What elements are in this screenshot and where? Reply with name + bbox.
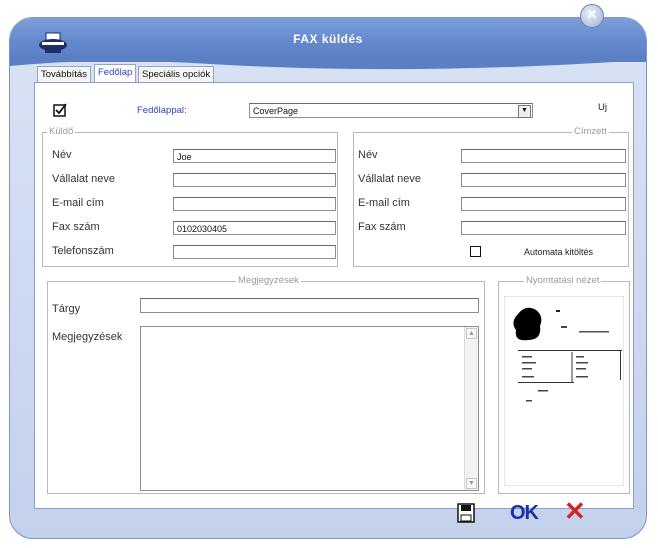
notes-label: Megjegyzések <box>52 331 123 343</box>
sender-name-label: Név <box>52 149 72 161</box>
fax-window: FAX küldés Továbbítás Fedőlap Speciális … <box>9 17 647 539</box>
cancel-button[interactable]: ✕ <box>564 496 586 527</box>
preview-legend: Nyomtatási nézet <box>524 275 602 286</box>
cover-page-select[interactable]: CoverPage ▼ <box>249 103 533 118</box>
sender-fax-label: Fax szám <box>52 221 100 233</box>
recipient-company-label: Vállalat neve <box>358 173 421 185</box>
scroll-down-icon[interactable]: ▼ <box>466 478 477 489</box>
subject-label: Tárgy <box>52 303 81 315</box>
recipient-company-input[interactable] <box>461 173 626 187</box>
notes-scrollbar[interactable]: ▲ ▼ <box>464 327 478 490</box>
subject-input[interactable] <box>140 298 479 313</box>
autofill-label: Automata kitöltés <box>524 247 594 257</box>
scroll-up-icon[interactable]: ▲ <box>466 328 477 339</box>
sender-phone-label: Telefonszám <box>52 245 114 257</box>
sender-name-input[interactable]: Joe <box>173 149 336 163</box>
cover-page-selected-value: CoverPage <box>253 106 299 116</box>
notes-textarea[interactable]: ▲ ▼ <box>140 326 479 491</box>
cover-page-label: Fedőlappal: <box>137 105 187 116</box>
window-title: FAX küldés <box>293 32 363 46</box>
notes-legend: Megjegyzések <box>236 275 301 286</box>
recipient-legend: Címzett <box>572 126 609 137</box>
recipient-email-label: E-mail cím <box>358 197 410 209</box>
sender-email-input[interactable] <box>173 197 336 211</box>
recipient-email-input[interactable] <box>461 197 626 211</box>
chevron-down-icon[interactable]: ▼ <box>518 105 531 118</box>
sender-company-label: Vállalat neve <box>52 173 115 185</box>
sender-company-input[interactable] <box>173 173 336 187</box>
sender-legend: Küldő <box>47 126 76 137</box>
recipient-name-label: Név <box>358 149 378 161</box>
tab-tovabbitas[interactable]: Továbbítás <box>37 66 91 82</box>
tab-content-panel: Fedőlappal: CoverPage ▼ Uj Küldő Név Joe… <box>34 82 634 509</box>
autofill-checkbox[interactable] <box>470 246 481 257</box>
tab-fedolap[interactable]: Fedőlap <box>94 64 137 82</box>
cover-page-checkbox[interactable] <box>53 103 67 117</box>
recipient-name-input[interactable] <box>461 149 626 163</box>
tab-specialis-opciok[interactable]: Speciális opciók <box>138 66 215 82</box>
sender-phone-input[interactable] <box>173 245 336 259</box>
sender-email-label: E-mail cím <box>52 197 104 209</box>
new-cover-button[interactable]: Uj <box>598 102 607 113</box>
floppy-disk-icon[interactable] <box>457 503 475 523</box>
close-window-button[interactable]: ✕ <box>580 4 604 28</box>
recipient-fax-label: Fax szám <box>358 221 406 233</box>
cover-page-preview-image <box>504 296 624 486</box>
sender-fax-input[interactable]: 0102030405 <box>173 221 336 235</box>
ok-button[interactable]: OK <box>510 502 539 525</box>
checkmark-icon <box>53 103 67 117</box>
recipient-fax-input[interactable] <box>461 221 626 235</box>
